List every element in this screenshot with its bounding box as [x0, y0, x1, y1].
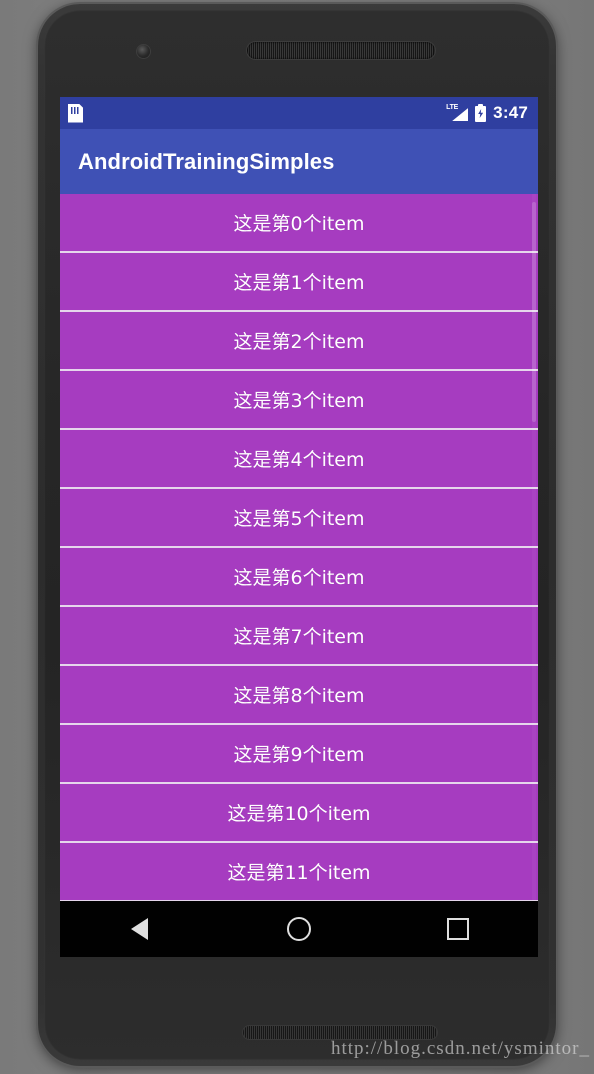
- list-item-label: 这是第4个item: [233, 449, 365, 471]
- list-item[interactable]: 这是第5个item: [60, 489, 538, 548]
- status-bar-left: [68, 103, 83, 123]
- list-item-label: 这是第5个item: [233, 508, 365, 530]
- battery-charging-icon: [474, 104, 487, 122]
- status-bar: LTE 3:47: [60, 97, 538, 129]
- status-bar-right: LTE 3:47: [446, 103, 528, 123]
- list-item-label: 这是第7个item: [233, 626, 365, 648]
- list-item[interactable]: 这是第2个item: [60, 312, 538, 371]
- nav-home-button[interactable]: [264, 909, 334, 949]
- nav-recents-button[interactable]: [423, 909, 493, 949]
- list-item[interactable]: 这是第8个item: [60, 666, 538, 725]
- app-title: AndroidTrainingSimples: [78, 148, 335, 174]
- list-item-label: 这是第8个item: [233, 685, 365, 707]
- list-item[interactable]: 这是第4个item: [60, 430, 538, 489]
- earpiece-speaker-icon: [247, 42, 435, 59]
- list-item[interactable]: 这是第9个item: [60, 725, 538, 784]
- list-item-label: 这是第6个item: [233, 567, 365, 589]
- back-triangle-icon: [131, 918, 149, 940]
- recents-square-icon: [447, 918, 470, 940]
- list-item-label: 这是第0个item: [233, 213, 365, 235]
- app-bar: AndroidTrainingSimples: [60, 129, 538, 194]
- android-navigation-bar: [60, 901, 538, 957]
- list-item-label: 这是第9个item: [233, 744, 365, 766]
- list-item[interactable]: 这是第11个item: [60, 843, 538, 901]
- list-item-label: 这是第1个item: [233, 272, 365, 294]
- list-item[interactable]: 这是第1个item: [60, 253, 538, 312]
- nav-back-button[interactable]: [105, 909, 175, 949]
- list-item-label: 这是第2个item: [233, 331, 365, 353]
- lte-signal-icon: LTE: [446, 104, 469, 122]
- list-item[interactable]: 这是第3个item: [60, 371, 538, 430]
- list-item[interactable]: 这是第10个item: [60, 784, 538, 843]
- list-item[interactable]: 这是第6个item: [60, 548, 538, 607]
- home-circle-icon: [286, 917, 311, 941]
- list-scrollbar-thumb[interactable]: [532, 202, 536, 422]
- item-list[interactable]: 这是第0个item 这是第1个item 这是第2个item 这是第3个item …: [60, 194, 538, 901]
- list-item-label: 这是第11个item: [227, 862, 371, 884]
- list-item-label: 这是第10个item: [227, 803, 371, 825]
- list-item-label: 这是第3个item: [233, 390, 365, 412]
- lte-label: LTE: [446, 104, 458, 111]
- sd-card-icon: [68, 103, 83, 123]
- bottom-speaker-icon: [243, 1026, 437, 1039]
- phone-screen: LTE 3:47 AndroidTrainingSimples 这是第0个ite…: [60, 97, 538, 957]
- list-item[interactable]: 这是第0个item: [60, 194, 538, 253]
- front-camera-icon: [137, 45, 150, 58]
- list-item[interactable]: 这是第7个item: [60, 607, 538, 666]
- status-bar-clock: 3:47: [493, 103, 528, 122]
